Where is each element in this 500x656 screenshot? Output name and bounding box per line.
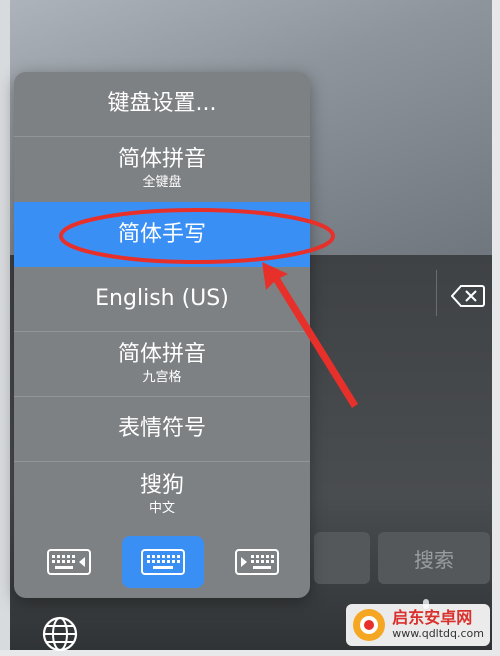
keyboard-left-button[interactable] bbox=[40, 536, 98, 588]
menu-item-sogou[interactable]: 搜狗 中文 bbox=[14, 462, 310, 528]
watermark-url: www.qdltdq.com bbox=[392, 627, 484, 640]
keyboard-full-button[interactable] bbox=[122, 536, 204, 588]
search-key[interactable]: 搜索 bbox=[378, 532, 490, 584]
menu-item-label: 键盘设置... bbox=[107, 91, 217, 116]
keyboard-key[interactable] bbox=[314, 532, 370, 584]
menu-item-handwriting[interactable]: 简体手写 bbox=[14, 202, 310, 267]
site-watermark: 启东安卓网 www.qdltdq.com bbox=[346, 604, 490, 646]
delete-icon bbox=[451, 285, 485, 307]
menu-item-keyboard-settings[interactable]: 键盘设置... bbox=[14, 72, 310, 136]
menu-item-emoji[interactable]: 表情符号 bbox=[14, 397, 310, 461]
keyboard-position-row bbox=[14, 532, 310, 598]
menu-item-label: 表情符号 bbox=[117, 416, 206, 441]
menu-item-pinyin-nine[interactable]: 简体拼音 九宫格 bbox=[14, 332, 310, 396]
menu-item-sublabel: 全键盘 bbox=[142, 175, 182, 190]
screen-edge bbox=[0, 0, 10, 656]
keyboard-right-button[interactable] bbox=[228, 536, 286, 588]
menu-item-sublabel: 九宫格 bbox=[142, 370, 182, 385]
keyboard-right-icon bbox=[235, 549, 279, 575]
menu-item-label: 搜狗 bbox=[139, 473, 184, 498]
input-method-menu: 键盘设置... 简体拼音 全键盘 简体手写 English (US) 简体拼音 … bbox=[14, 72, 310, 598]
menu-item-pinyin-full[interactable]: 简体拼音 全键盘 bbox=[14, 137, 310, 201]
globe-icon[interactable] bbox=[40, 614, 80, 654]
menu-item-label: 简体拼音 bbox=[117, 147, 206, 172]
keyboard-full-icon bbox=[141, 549, 185, 575]
keyboard-divider bbox=[436, 270, 437, 316]
keyboard-left-icon bbox=[47, 549, 91, 575]
watermark-title: 启东安卓网 bbox=[392, 608, 473, 627]
menu-item-english[interactable]: English (US) bbox=[14, 267, 310, 331]
menu-item-label: 简体拼音 bbox=[117, 342, 206, 367]
screen-edge bbox=[492, 0, 500, 656]
site-logo-icon bbox=[353, 609, 386, 641]
menu-item-label: 简体手写 bbox=[117, 221, 206, 247]
menu-item-label: English (US) bbox=[95, 286, 229, 311]
menu-item-sublabel: 中文 bbox=[148, 501, 175, 516]
delete-key[interactable] bbox=[446, 280, 490, 312]
